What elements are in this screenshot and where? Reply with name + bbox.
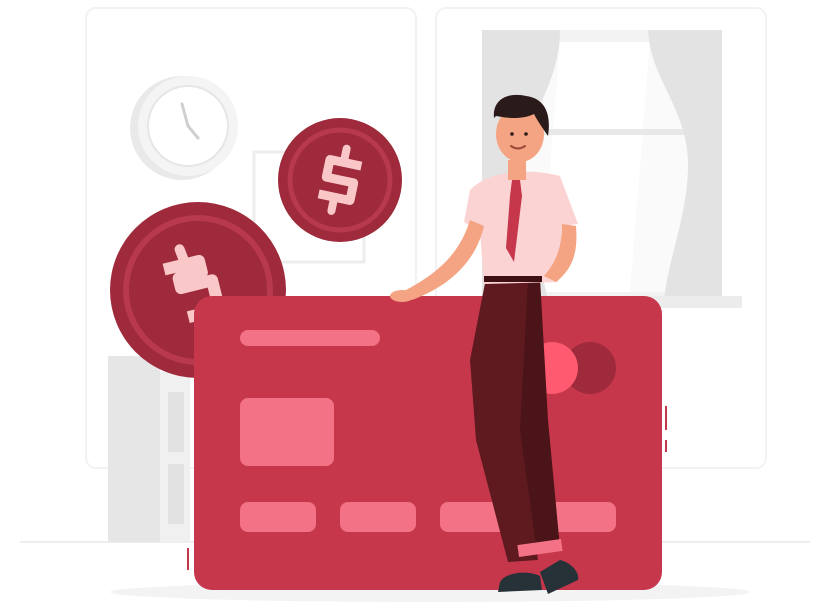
card-number-block xyxy=(340,502,416,532)
credit-card xyxy=(194,296,662,590)
hand-left xyxy=(390,290,414,302)
dollar-coin-icon xyxy=(278,118,402,242)
illustration-stage xyxy=(0,0,828,602)
card-name-stripe xyxy=(240,330,380,346)
cabinet xyxy=(108,356,190,542)
card-number-block xyxy=(240,502,316,532)
illustration-svg xyxy=(20,7,810,602)
arm-left xyxy=(402,220,484,300)
clock-icon xyxy=(130,76,238,180)
card-chip xyxy=(240,398,334,466)
